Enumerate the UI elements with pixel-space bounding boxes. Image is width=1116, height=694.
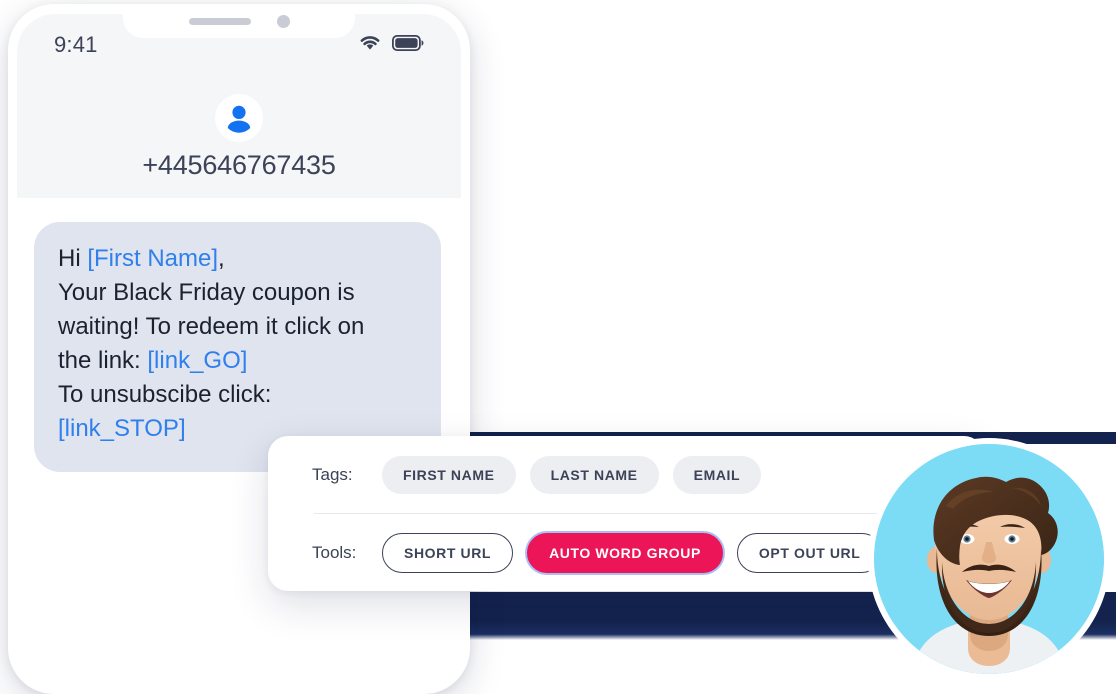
tool-opt-out-url-button[interactable]: OPT OUT URL [736,532,883,573]
message-token: [link_GO] [147,347,248,374]
message-text: Hi [First Name], Your Black Friday coupo… [58,242,417,446]
message-text-run: To unsubscibe click: [58,381,272,408]
tags-label: Tags: [312,464,353,484]
message-text-run: , [218,245,225,272]
message-text-run: the link: [58,347,148,374]
status-bar-clock: 9:41 [54,32,98,57]
message-text-run: Hi [58,245,88,272]
battery-full-icon [391,34,424,56]
message-token: [link_STOP] [58,415,186,442]
message-text-run: waiting! To redeem it click on [58,313,365,340]
person-avatar-icon [215,94,263,142]
tool-short-url-button[interactable]: SHORT URL [382,532,514,573]
speaker-grille-icon [188,17,251,25]
contact-phone-number: +445646767435 [142,150,336,180]
tag-last-name[interactable]: LAST NAME [529,455,659,494]
tool-auto-word-group-button[interactable]: AUTO WORD GROUP [527,532,723,573]
tools-label: Tools: [312,542,357,562]
message-text-run: Your Black Friday coupon is [58,279,355,306]
front-camera-icon [276,14,290,28]
tag-first-name[interactable]: FIRST NAME [382,455,516,494]
smiling-man-photo [874,444,1104,674]
tools-row: Tools: SHORT URL AUTO WORD GROUP OPT OUT… [312,514,940,591]
status-bar: 9:41 [8,32,470,58]
message-token: [First Name] [87,245,219,272]
message-bubble: Hi [First Name], Your Black Friday coupo… [34,222,441,472]
tag-email[interactable]: EMAIL [672,455,762,494]
wifi-icon [359,34,381,56]
contact-header: +445646767435 [8,94,470,181]
tags-row: Tags: FIRST NAME LAST NAME EMAIL [312,436,940,513]
status-bar-icons [359,34,424,56]
